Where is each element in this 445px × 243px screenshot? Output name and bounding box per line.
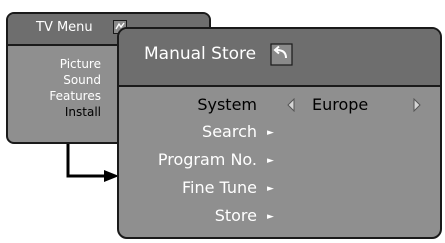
search-label[interactable]: Search bbox=[202, 122, 257, 141]
submenu-arrow-icon: ► bbox=[267, 212, 274, 222]
manual-store-title: Manual Store bbox=[144, 44, 257, 64]
submenu-arrow-icon: ► bbox=[267, 184, 274, 194]
store-label[interactable]: Store bbox=[215, 206, 257, 225]
submenu-arrow-icon: ► bbox=[267, 128, 274, 138]
fine-tune-label[interactable]: Fine Tune bbox=[182, 178, 257, 197]
submenu-arrow-icon: ► bbox=[267, 156, 274, 166]
system-label[interactable]: System bbox=[197, 95, 257, 114]
back-icon[interactable] bbox=[269, 42, 294, 67]
next-option-icon[interactable] bbox=[412, 98, 422, 112]
manual-store-header: Manual Store bbox=[119, 29, 440, 87]
previous-option-icon[interactable] bbox=[286, 98, 296, 112]
program-no-label[interactable]: Program No. bbox=[158, 150, 257, 169]
manual-store-panel: Manual Store System Europe Search ► Prog… bbox=[117, 27, 442, 239]
system-value: Europe bbox=[312, 95, 369, 114]
